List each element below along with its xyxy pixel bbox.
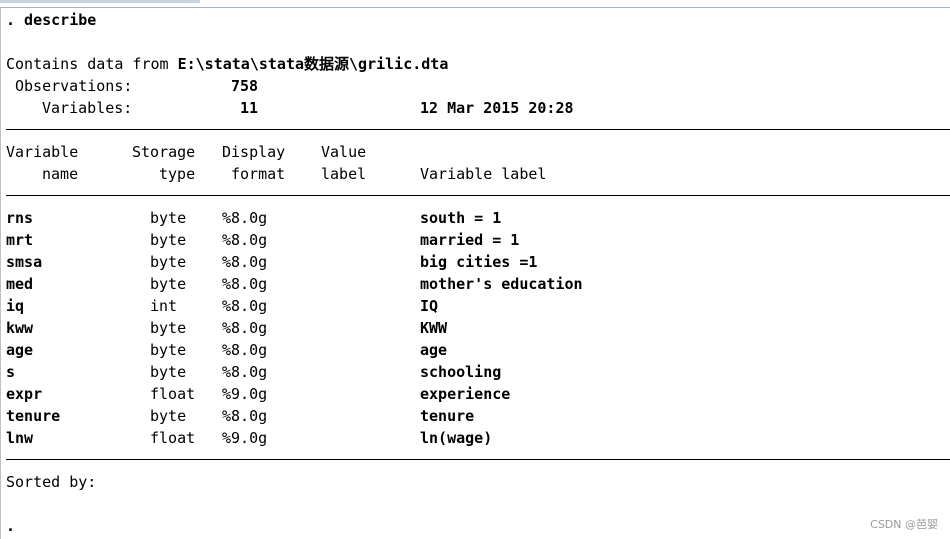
header-name: name <box>42 165 79 183</box>
row-type: byte <box>150 275 187 293</box>
row-label: IQ <box>420 297 439 315</box>
row-format: %8.0g <box>222 319 268 337</box>
row-name: s <box>6 363 16 381</box>
row-format: %8.0g <box>222 297 268 315</box>
rule-top <box>6 129 950 130</box>
row-label: mother's education <box>420 275 583 293</box>
window-left-border <box>0 7 1 539</box>
row-name: kww <box>6 319 34 337</box>
row-name: smsa <box>6 253 43 271</box>
row-format: %8.0g <box>222 209 268 227</box>
row-type: byte <box>150 363 187 381</box>
row-format: %8.0g <box>222 275 268 293</box>
row-format: %8.0g <box>222 231 268 249</box>
row-label: tenure <box>420 407 475 425</box>
row-type: byte <box>150 253 187 271</box>
row-label: age <box>420 341 448 359</box>
row-label: KWW <box>420 319 448 337</box>
row-name: tenure <box>6 407 61 425</box>
variables-value: 11 <box>240 99 259 117</box>
rule-header <box>6 195 950 196</box>
row-name: iq <box>6 297 25 315</box>
header-variable: Variable <box>6 143 79 161</box>
variables-label: Variables: <box>42 99 133 117</box>
row-label: ln(wage) <box>420 429 493 447</box>
row-name: rns <box>6 209 34 227</box>
row-type: float <box>150 429 196 447</box>
command-prompt[interactable]: . <box>6 517 15 535</box>
row-label: experience <box>420 385 511 403</box>
row-type: float <box>150 385 196 403</box>
header-value: Value <box>321 143 367 161</box>
header-storage: Storage <box>132 143 196 161</box>
header-format: format <box>231 165 286 183</box>
contains-prefix: Contains data from <box>6 55 178 73</box>
row-format: %8.0g <box>222 363 268 381</box>
row-label: schooling <box>420 363 502 381</box>
header-label: label <box>321 165 367 183</box>
header-variable-label: Variable label <box>420 165 547 183</box>
contains-line: Contains data from E:\stata\stata数据源\gri… <box>6 55 448 73</box>
row-format: %8.0g <box>222 407 268 425</box>
row-format: %8.0g <box>222 253 268 271</box>
watermark: CSDN @芭婴 <box>870 518 938 531</box>
row-name: expr <box>6 385 43 403</box>
timestamp: 12 Mar 2015 20:28 <box>420 99 574 117</box>
row-label: big cities =1 <box>420 253 538 271</box>
row-label: south = 1 <box>420 209 502 227</box>
observations-value: 758 <box>231 77 259 95</box>
row-type: byte <box>150 341 187 359</box>
rule-bottom <box>6 459 950 460</box>
row-type: int <box>150 297 178 315</box>
row-name: lnw <box>6 429 34 447</box>
row-format: %8.0g <box>222 341 268 359</box>
file-path: E:\stata\stata数据源\grilic.dta <box>177 55 449 73</box>
window-top-border <box>0 0 950 8</box>
row-name: age <box>6 341 34 359</box>
row-name: mrt <box>6 231 34 249</box>
row-type: byte <box>150 319 187 337</box>
row-type: byte <box>150 407 187 425</box>
row-name: med <box>6 275 34 293</box>
row-format: %9.0g <box>222 429 268 447</box>
sorted-by-label: Sorted by: <box>6 473 97 491</box>
tab-strip <box>0 0 200 3</box>
row-label: married = 1 <box>420 231 520 249</box>
header-display: Display <box>222 143 286 161</box>
header-type: type <box>159 165 196 183</box>
row-type: byte <box>150 231 187 249</box>
observations-label: Observations: <box>15 77 133 95</box>
row-type: byte <box>150 209 187 227</box>
row-format: %9.0g <box>222 385 268 403</box>
command-line: . describe <box>6 11 97 29</box>
